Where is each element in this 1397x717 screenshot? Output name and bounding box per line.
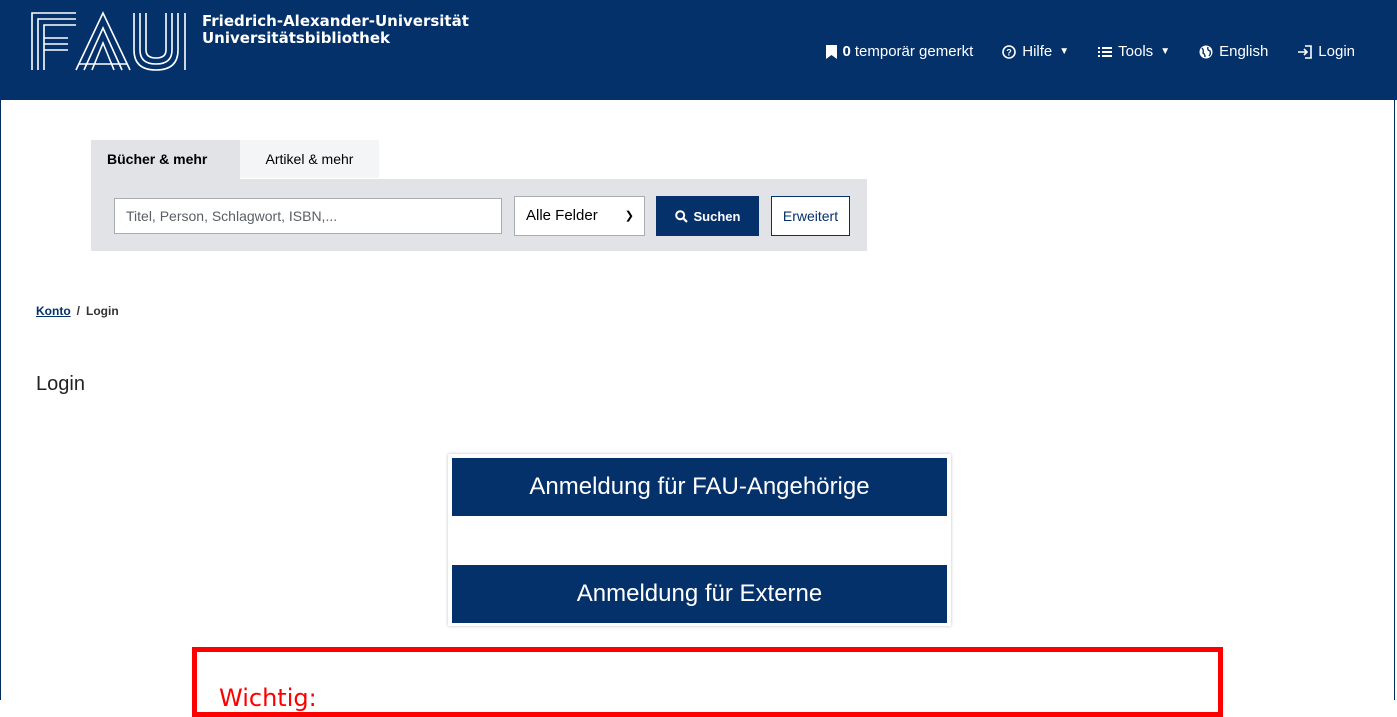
fau-logo[interactable] — [30, 10, 188, 72]
search-button-label: Suchen — [693, 208, 741, 224]
login-link[interactable]: Login — [1297, 43, 1355, 60]
login-options: Anmeldung für FAU-Angehörige Anmeldung f… — [448, 454, 951, 626]
help-menu[interactable]: ? Hilfe ▼ — [1002, 43, 1069, 60]
sign-in-icon — [1298, 44, 1313, 59]
bookmark-icon — [825, 44, 837, 59]
login-fau-button[interactable]: Anmeldung für FAU-Angehörige — [452, 458, 947, 516]
search-field-select[interactable]: Alle Felder ❯ — [514, 196, 645, 236]
saved-count: 0 — [842, 43, 851, 60]
breadcrumb: Konto / Login — [36, 304, 119, 318]
saved-label: temporär gemerkt — [854, 43, 974, 60]
search-input[interactable]: Titel, Person, Schlagwort, ISBN,... — [114, 198, 502, 234]
login-external-button[interactable]: Anmeldung für Externe — [452, 565, 947, 623]
tab-strip-right — [379, 140, 867, 179]
list-icon — [1098, 46, 1113, 57]
top-nav: 0 temporär gemerkt ? Hilfe ▼ Tools ▼ Eng… — [797, 43, 1355, 60]
notice-heading: Wichtig: — [219, 684, 317, 712]
university-name: Friedrich-Alexander-Universität Universi… — [202, 13, 469, 47]
svg-text:?: ? — [1006, 47, 1012, 57]
tools-menu[interactable]: Tools ▼ — [1098, 43, 1170, 60]
globe-icon — [1199, 45, 1213, 58]
login-label: Login — [1318, 43, 1355, 60]
help-label: Hilfe — [1022, 43, 1053, 60]
saved-items-link[interactable]: 0 temporär gemerkt — [825, 43, 974, 60]
university-line-1: Friedrich-Alexander-Universität — [202, 12, 469, 30]
tools-label: Tools — [1118, 43, 1154, 60]
search-button[interactable]: Suchen — [656, 196, 759, 236]
breadcrumb-current: Login — [86, 304, 119, 318]
chevron-down-icon: ❯ — [624, 210, 634, 222]
search-panel: Bücher & mehr Artikel & mehr Titel, Pers… — [91, 140, 867, 251]
advanced-search-button[interactable]: Erweitert — [771, 196, 850, 236]
site-header: Friedrich-Alexander-Universität Universi… — [0, 0, 1397, 100]
language-label: English — [1219, 43, 1269, 60]
language-switch[interactable]: English — [1199, 43, 1268, 60]
chevron-down-icon: ▼ — [1160, 46, 1171, 57]
search-icon — [674, 209, 688, 223]
help-icon: ? — [1002, 44, 1017, 59]
chevron-down-icon: ▼ — [1059, 46, 1070, 57]
university-line-2: Universitätsbibliothek — [202, 29, 391, 47]
tab-books[interactable]: Bücher & mehr — [91, 140, 222, 178]
tab-articles[interactable]: Artikel & mehr — [240, 140, 379, 178]
breadcrumb-account-link[interactable]: Konto — [36, 304, 71, 318]
important-notice: Wichtig: — [192, 647, 1223, 717]
search-field-value: Alle Felder — [526, 207, 598, 224]
page-title: Login — [36, 373, 85, 395]
breadcrumb-separator: / — [76, 304, 80, 318]
